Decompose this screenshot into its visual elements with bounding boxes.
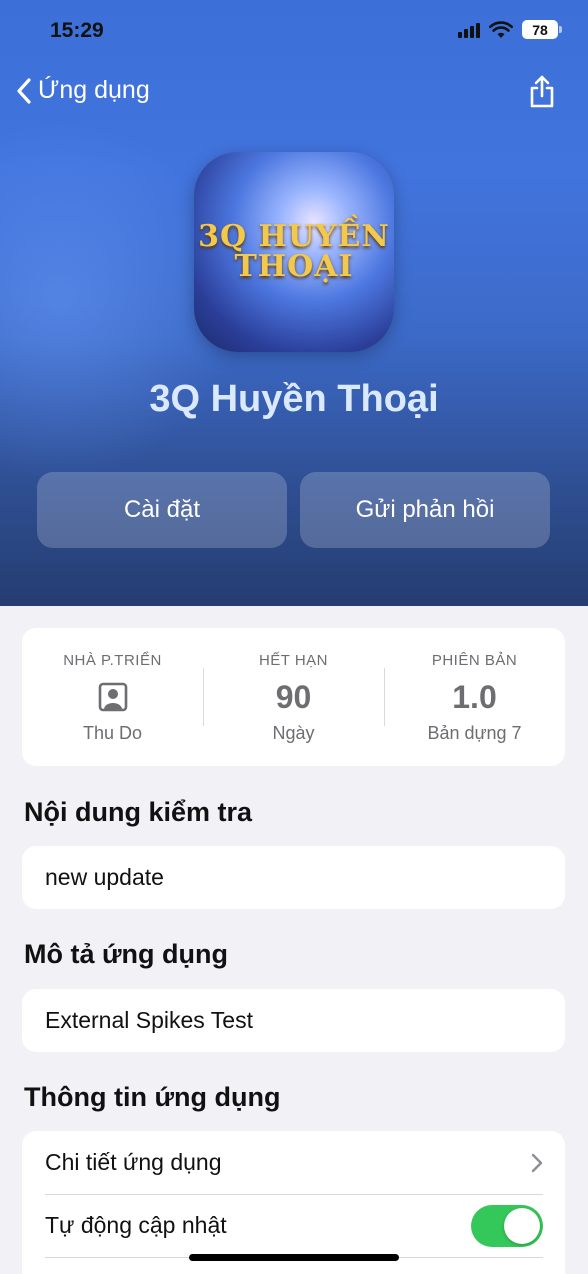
version-value: 1.0 (452, 678, 497, 715)
chevron-right-icon (531, 1153, 543, 1172)
developer-column: NHÀ P.TRIỂN Thu Do (22, 628, 203, 766)
status-time: 15:29 (50, 19, 104, 42)
expiry-value: 90 (275, 678, 312, 715)
status-icons: 78 (458, 20, 562, 39)
app-header: 15:29 78 Ứng dụng 3Q HUYỀN THOẠI 3Q Huyề… (0, 0, 588, 606)
toggle-knob (504, 1207, 540, 1244)
home-indicator (189, 1254, 399, 1261)
test-content-title: Nội dung kiểm tra (24, 797, 253, 827)
description-text: External Spikes Test (22, 989, 565, 1052)
version-column: PHIÊN BẢN 1.0 Bản dựng 7 (384, 628, 565, 766)
back-label: Ứng dụng (38, 76, 150, 104)
app-icon: 3Q HUYỀN THOẠI (194, 152, 394, 352)
share-icon[interactable] (528, 74, 556, 110)
developer-name: Thu Do (82, 723, 143, 743)
back-button[interactable]: Ứng dụng (16, 76, 150, 105)
wifi-icon (489, 20, 513, 38)
auto-update-toggle[interactable] (471, 1204, 543, 1247)
description-title: Mô tả ứng dụng (24, 939, 229, 969)
send-feedback-button[interactable]: Gửi phản hồi (300, 472, 550, 548)
chevron-left-icon (17, 77, 31, 104)
app-logo: 3Q HUYỀN THOẠI (198, 219, 390, 284)
auto-update-row: Tự động cập nhật (22, 1194, 565, 1257)
version-label: PHIÊN BẢN (431, 652, 518, 669)
app-details-row[interactable]: Chi tiết ứng dụng (22, 1131, 565, 1194)
cellular-signal-icon (458, 22, 480, 38)
expiry-column: HẾT HẠN 90 Ngày (203, 628, 384, 766)
test-content-text: new update (22, 846, 565, 909)
expiry-label: HẾT HẠN (258, 652, 329, 669)
app-name: 3Q Huyền Thoại (149, 378, 439, 420)
battery-icon: 78 (522, 20, 562, 39)
auto-update-label: Tự động cập nhật (45, 1212, 227, 1238)
app-info-summary: NHÀ P.TRIỂN Thu Do HẾT HẠN 90 Ngày PHIÊN… (22, 628, 565, 766)
build-number: Bản dựng 7 (427, 723, 522, 743)
install-button[interactable]: Cài đặt (37, 472, 287, 548)
expiry-unit: Ngày (272, 723, 315, 743)
person-icon (98, 682, 127, 712)
app-info-list: Chi tiết ứng dụng Tự động cập nhật (22, 1131, 565, 1274)
app-info-title: Thông tin ứng dụng (24, 1082, 281, 1112)
developer-label: NHÀ P.TRIỂN (63, 652, 162, 669)
app-details-label: Chi tiết ứng dụng (45, 1149, 222, 1175)
